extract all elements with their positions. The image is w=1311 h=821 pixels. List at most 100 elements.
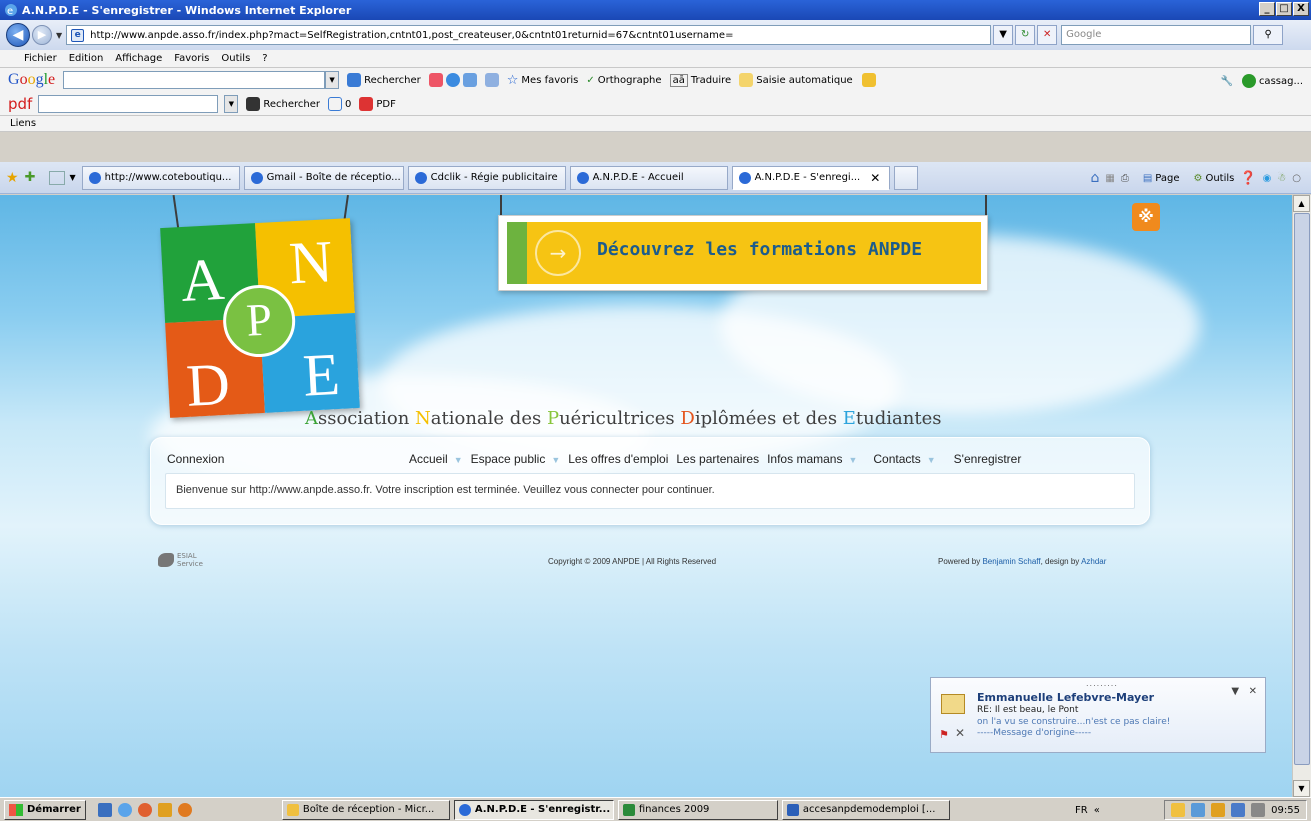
outlook-icon (286, 803, 299, 816)
tab-close-icon[interactable]: ✕ (870, 171, 880, 185)
ie-quicklaunch-icon[interactable] (117, 802, 132, 817)
stop-icon[interactable]: ✕ (1037, 25, 1058, 45)
mail-tray-icon[interactable] (1171, 803, 1186, 817)
menu-favoris[interactable]: Favoris (174, 53, 209, 64)
feeds-icon[interactable]: ▦ (1105, 173, 1114, 184)
google-account-button[interactable]: 🔧 cassag... (1220, 74, 1303, 88)
forward-button[interactable]: ▶ (32, 25, 52, 45)
history-dropdown-icon[interactable]: ▼ (56, 31, 62, 40)
taskbar-word[interactable]: accesanpdemodemploi [... (781, 799, 950, 820)
messenger-icon[interactable]: ☃ (1277, 173, 1286, 184)
notification-preview-2: -----Message d'origine----- (977, 728, 1092, 738)
scroll-down-icon[interactable]: ▼ (1293, 780, 1310, 797)
research-icon[interactable]: ◉ (1263, 173, 1272, 184)
vertical-scrollbar[interactable]: ▲ ▼ (1292, 195, 1311, 797)
scroll-up-icon[interactable]: ▲ (1293, 195, 1310, 212)
tools-menu[interactable]: ⚙ Outils (1194, 173, 1235, 184)
spellcheck-button[interactable]: ✓ Orthographe (586, 75, 661, 86)
page-menu[interactable]: ▤ Page (1143, 173, 1180, 184)
media-player-icon[interactable] (137, 802, 152, 817)
nav-offres-emploi[interactable]: Les offres d'emploi (568, 452, 668, 466)
volume-icon[interactable] (1251, 803, 1266, 817)
connexion-link[interactable]: Connexion (167, 452, 367, 466)
nav-infos-mamans[interactable]: Infos mamans ▼ (767, 452, 857, 466)
new-tab-button[interactable] (893, 165, 918, 190)
toolbar-tools-icons[interactable] (428, 73, 477, 87)
formations-banner[interactable]: → Découvrez les formations ANPDE (498, 215, 988, 291)
outlook-notification[interactable]: ......... Emmanuelle Lefebvre-Mayer RE: … (930, 677, 1266, 753)
monitor-tray-icon[interactable] (1231, 803, 1246, 817)
autofill-button[interactable]: Saisie automatique (739, 73, 876, 87)
google-search-button[interactable]: Rechercher (347, 73, 421, 87)
help-tray-icon[interactable] (1211, 803, 1226, 817)
google-dropdown-icon[interactable]: ▼ (325, 71, 340, 89)
tab-gmail[interactable]: Gmail - Boîte de réceptio... (243, 165, 404, 190)
menu-outils[interactable]: Outils (221, 53, 250, 64)
address-bar[interactable]: e http://www.anpde.asso.fr/index.php?mac… (66, 25, 992, 45)
minimize-button[interactable]: _ (1259, 2, 1275, 16)
links-bar[interactable]: Liens (0, 116, 1311, 132)
nav-enregistrer[interactable]: S'enregistrer (954, 452, 1022, 466)
notification-close-icon[interactable]: ✕ (1249, 686, 1257, 697)
pdf-search-input[interactable] (38, 95, 219, 113)
pdf-button[interactable]: PDF (359, 97, 396, 111)
quick-tabs-icon[interactable] (49, 170, 66, 185)
rss-icon[interactable]: ※ (1132, 203, 1160, 231)
maximize-button[interactable]: □ (1276, 2, 1292, 16)
refresh-icon[interactable]: ↻ (1015, 25, 1036, 45)
help-icon[interactable]: ❓ (1240, 171, 1256, 186)
print-icon[interactable]: ⎙ (1121, 173, 1129, 184)
tab-list-icon[interactable]: ▼ (69, 173, 75, 182)
favorites-button[interactable]: ☆ Mes favoris (507, 73, 579, 88)
taskbar-excel[interactable]: finances 2009 (617, 799, 778, 820)
tab-coteboutique[interactable]: http://www.coteboutiqu... (81, 165, 240, 190)
menu-affichage[interactable]: Affichage (115, 53, 162, 64)
menu-fichier[interactable]: Fichier (24, 53, 57, 64)
flag-icon[interactable]: ⚑ (939, 728, 949, 741)
close-button[interactable]: X (1293, 2, 1309, 16)
menu-edition[interactable]: Edition (69, 53, 104, 64)
title-text: ationale des (430, 408, 547, 429)
search-icon[interactable]: ⚲ (1253, 25, 1284, 45)
expand-tray-icon[interactable]: « (1094, 805, 1100, 816)
options-dropdown-icon[interactable]: ▼ (1231, 686, 1239, 697)
nav-contacts[interactable]: Contacts ▼ (873, 452, 935, 466)
chat-icon[interactable]: ○ (1292, 173, 1301, 184)
tab-cdclik[interactable]: Cdclik - Régie publicitaire (407, 165, 566, 190)
start-button[interactable]: Démarrer (4, 799, 86, 820)
clock[interactable]: 09:55 (1271, 805, 1300, 816)
nav-accueil[interactable]: Accueil ▼ (409, 452, 463, 466)
firefox-icon[interactable] (177, 802, 192, 817)
pdf-dropdown-icon[interactable]: ▼ (224, 95, 239, 113)
network-tray-icon[interactable] (1191, 803, 1206, 817)
nav-partenaires[interactable]: Les partenaires (676, 452, 759, 466)
anpde-logo[interactable]: A N D E P (160, 218, 360, 419)
address-dropdown-icon[interactable]: ▼ (993, 25, 1014, 45)
pdf-search-button[interactable]: Rechercher (246, 97, 320, 111)
browser-search-input[interactable]: Google (1061, 25, 1252, 45)
google-toolbar: Google ▼ Rechercher ☆ Mes favoris ✓ Orthog… (0, 68, 1311, 116)
pdf-search-label: Rechercher (263, 98, 320, 110)
language-indicator[interactable]: FR « (1075, 800, 1100, 820)
taskbar-outlook[interactable]: Boîte de réception - Micr... (281, 799, 450, 820)
bookmark-button[interactable] (484, 73, 499, 87)
pdf-count-button[interactable]: 0 (327, 97, 351, 111)
delete-icon[interactable]: ✕ (955, 726, 965, 740)
favorites-star-icon[interactable]: ★ (6, 170, 19, 186)
desktop-icon[interactable] (97, 802, 112, 817)
powered-name-link[interactable]: Benjamin Schaff (982, 557, 1040, 566)
esial-logo[interactable]: ESIAL Service (158, 552, 203, 568)
menu-help[interactable]: ? (262, 53, 267, 64)
home-icon[interactable]: ⌂ (1090, 170, 1099, 186)
nav-espace-public[interactable]: Espace public ▼ (471, 452, 561, 466)
back-button[interactable]: ◀ (6, 23, 30, 47)
tab-anpde-enregistrer[interactable]: A.N.P.D.E - S'enregi... ✕ (731, 165, 890, 190)
taskbar-ie[interactable]: A.N.P.D.E - S'enregistr... (453, 799, 614, 820)
add-favorite-icon[interactable]: ✚ (25, 170, 36, 185)
scroll-thumb[interactable] (1294, 213, 1310, 765)
google-search-input[interactable] (63, 71, 326, 89)
outlook-quicklaunch-icon[interactable] (157, 802, 172, 817)
designer-link[interactable]: Azhdar (1081, 557, 1106, 566)
translate-button[interactable]: aā Traduire (669, 73, 731, 87)
tab-anpde-accueil[interactable]: A.N.P.D.E - Accueil (569, 165, 728, 190)
